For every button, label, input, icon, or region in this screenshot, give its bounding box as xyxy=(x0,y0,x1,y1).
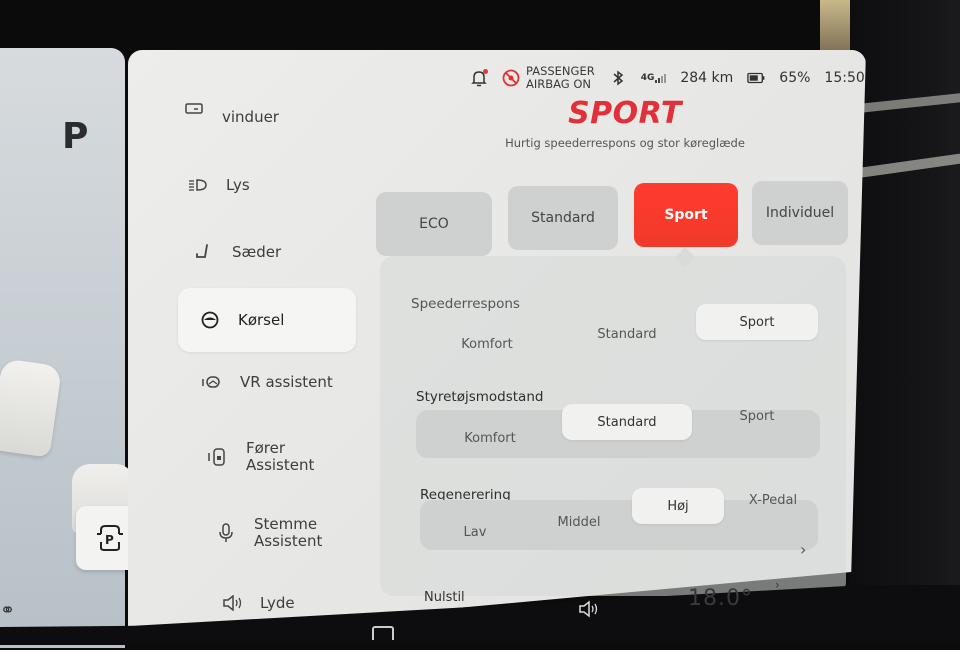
mode-button-label: Individuel xyxy=(766,205,834,221)
temperature-readout[interactable]: 18.0° xyxy=(688,586,753,611)
mode-button-individual[interactable]: Individuel xyxy=(752,181,848,245)
regen-option-middel[interactable]: Middel xyxy=(534,500,624,544)
airbag-text-line1: PASSENGER xyxy=(526,64,595,78)
mode-button-sport[interactable]: Sport xyxy=(634,183,738,247)
drive-mode-description: Hurtig speederrespons og stor køreglæde xyxy=(490,136,760,150)
bell-icon[interactable] xyxy=(470,69,488,87)
airbag-off-icon xyxy=(502,69,520,87)
temperature-chevron-icon[interactable]: › xyxy=(775,578,780,592)
window-icon xyxy=(184,103,204,115)
mode-button-eco[interactable]: ECO xyxy=(376,192,492,256)
accelerator-option-komfort[interactable]: Komfort xyxy=(432,322,542,366)
sidebar-item-label: Stemme xyxy=(254,515,317,533)
option-label: Standard xyxy=(597,415,656,430)
option-label: Høj xyxy=(667,499,688,514)
mode-button-label: ECO xyxy=(419,216,449,232)
steering-option-sport[interactable]: Sport xyxy=(696,394,818,438)
accelerator-response-selector[interactable]: Komfort Standard Sport xyxy=(412,320,822,364)
sidebar-item-seats[interactable]: Sæder xyxy=(194,243,281,261)
accelerator-option-standard[interactable]: Standard xyxy=(572,312,682,356)
option-label: Sport xyxy=(740,409,775,424)
sidebar-item-label: Assistent xyxy=(246,456,314,474)
regen-option-lav[interactable]: Lav xyxy=(430,510,520,554)
car-outline-icon: ⚭ xyxy=(0,600,15,621)
option-label: Lav xyxy=(464,525,487,540)
range-readout: 284 km xyxy=(680,70,733,86)
mode-button-label: Standard xyxy=(531,210,595,226)
sidebar-item-sounds[interactable]: Lyde xyxy=(222,594,295,612)
sidebar-item-label: Lyde xyxy=(260,594,295,612)
bluetooth-icon xyxy=(609,69,627,87)
sidebar-item-label: Lys xyxy=(226,176,250,194)
notification-dot xyxy=(483,69,488,74)
volume-icon[interactable] xyxy=(578,600,600,622)
signal-icon: 4G xyxy=(641,73,667,83)
status-bar: PASSENGERAIRBAG ON 4G 284 km 65% 15:50 xyxy=(470,62,865,94)
airbag-text-line2: AIRBAG ON xyxy=(526,77,591,91)
option-label: Komfort xyxy=(464,431,515,446)
chevron-right-icon[interactable]: › xyxy=(800,540,806,559)
sidebar-item-voice-assistant[interactable]: StemmeAssistent xyxy=(216,516,322,550)
sidebar-item-lights[interactable]: Lys xyxy=(188,176,250,194)
seat-icon xyxy=(194,243,214,261)
option-label: X-Pedal xyxy=(749,493,797,508)
car-display: P P ⚭ PASSENGERAIRBAG ON 4G 284 km xyxy=(0,0,960,640)
battery-icon xyxy=(747,69,765,87)
speaker-icon xyxy=(222,595,242,611)
sidebar-item-label: Sæder xyxy=(232,243,281,261)
sidebar-item-driving[interactable]: Kørsel xyxy=(178,288,356,352)
accelerator-option-sport[interactable]: Sport xyxy=(696,304,818,340)
regeneration-selector[interactable]: Lav Middel Høj X-Pedal xyxy=(420,500,818,550)
option-label: Komfort xyxy=(461,337,512,352)
airbag-status: PASSENGERAIRBAG ON xyxy=(502,65,595,91)
driver-assist-icon xyxy=(208,448,228,466)
sidebar-item-label: VR assistent xyxy=(240,373,333,391)
steering-wheel-icon xyxy=(200,311,220,329)
accelerator-response-label: Speederrespons xyxy=(411,296,520,312)
sidebar-item-label: Kørsel xyxy=(238,311,284,329)
svg-text:P: P xyxy=(105,533,114,547)
option-label: Sport xyxy=(740,315,775,330)
headlight-icon xyxy=(188,178,208,192)
sidebar-item-label: Fører xyxy=(246,439,285,457)
steering-option-standard[interactable]: Standard xyxy=(562,404,692,440)
regen-option-x-pedal[interactable]: X-Pedal xyxy=(730,478,816,522)
seat-heating-icon[interactable] xyxy=(372,626,394,640)
mode-button-standard[interactable]: Standard xyxy=(508,186,618,250)
sidebar-item-vr-assistant[interactable]: VR assistent xyxy=(202,373,333,391)
auto-park-icon: P xyxy=(95,522,125,554)
option-label: Standard xyxy=(597,327,656,342)
reset-button[interactable]: Nulstil xyxy=(424,590,465,605)
steering-option-komfort[interactable]: Komfort xyxy=(426,416,554,460)
option-label: Middel xyxy=(558,515,601,530)
regen-option-hoej[interactable]: Høj xyxy=(632,488,724,524)
vr-assistant-icon xyxy=(202,374,222,390)
sidebar-item-label: Assistent xyxy=(254,532,322,550)
steering-resistance-selector[interactable]: Komfort Standard Sport xyxy=(416,410,820,458)
gear-indicator: P xyxy=(62,116,88,157)
sidebar-item-driver-assist[interactable]: FørerAssistent xyxy=(208,440,314,474)
steering-resistance-label: Styretøjsmodstand xyxy=(416,389,543,405)
sidebar-item-windows[interactable]: vinduer xyxy=(184,100,279,118)
clock: 15:50 xyxy=(824,70,864,86)
sidebar-item-label: vinduer xyxy=(222,108,279,126)
drive-mode-title: SPORT xyxy=(540,96,710,131)
battery-percent: 65% xyxy=(779,70,810,86)
microphone-icon xyxy=(216,523,236,543)
mode-button-label: Sport xyxy=(664,207,707,223)
network-type: 4G xyxy=(641,73,655,83)
